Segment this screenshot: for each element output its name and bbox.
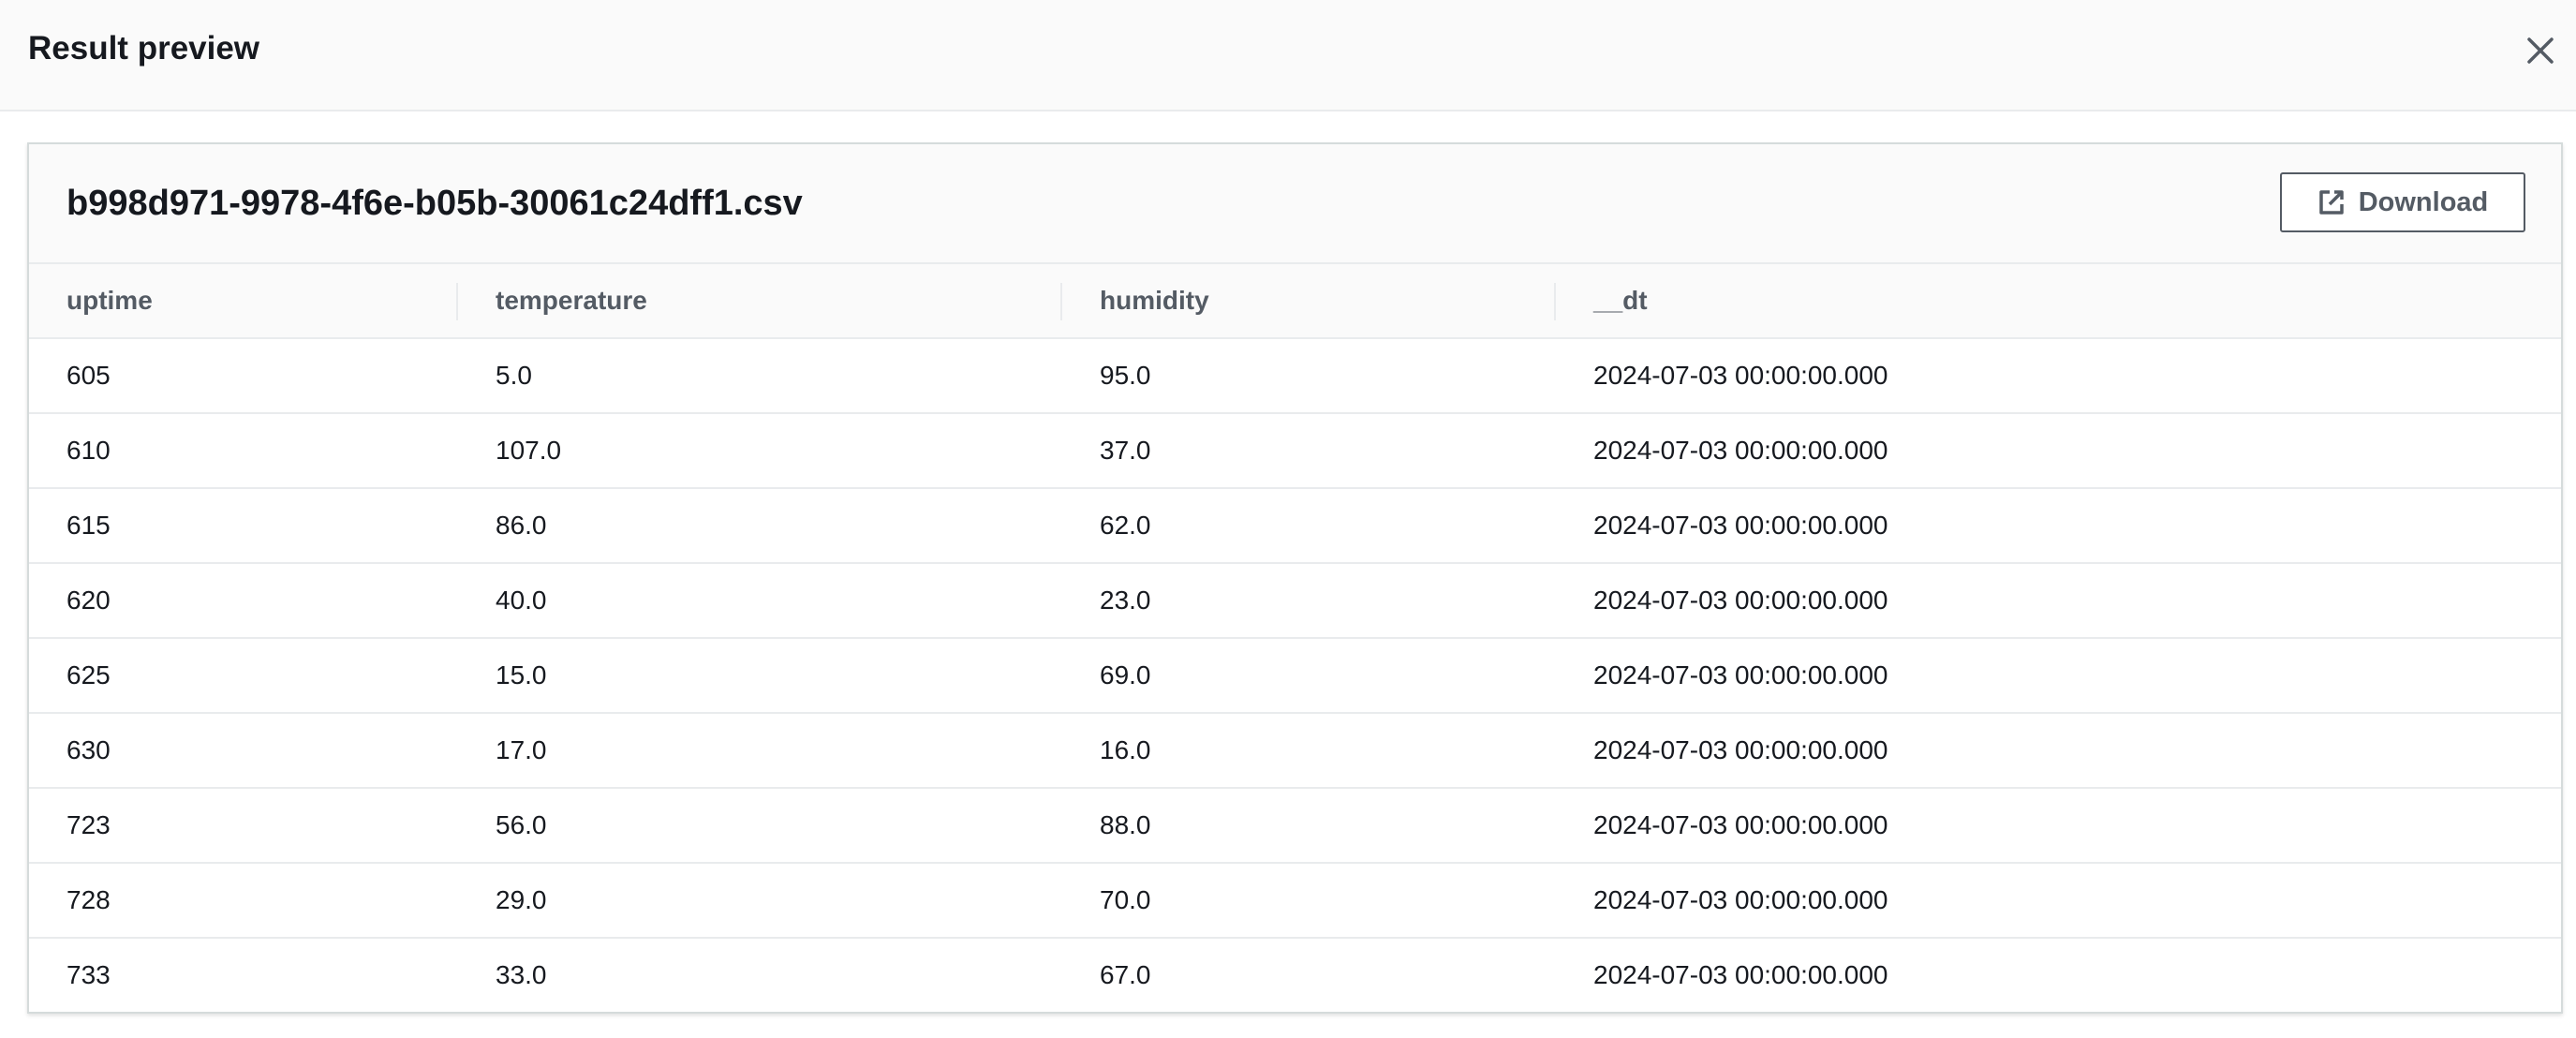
cell-dt: 2024-07-03 00:00:00.000	[1593, 885, 1888, 914]
column-header-temperature[interactable]: temperature	[496, 264, 647, 337]
cell-dt: 2024-07-03 00:00:00.000	[1593, 735, 1888, 764]
table-row: 605 5.0 95.0 2024-07-03 00:00:00.000	[29, 339, 2561, 414]
close-icon	[2527, 37, 2554, 64]
cell-humidity: 70.0	[1100, 885, 1151, 914]
column-divider[interactable]	[1060, 283, 1062, 320]
cell-temperature: 17.0	[496, 735, 547, 764]
cell-dt: 2024-07-03 00:00:00.000	[1593, 436, 1888, 465]
modal-title: Result preview	[28, 30, 260, 67]
cell-dt: 2024-07-03 00:00:00.000	[1593, 511, 1888, 540]
cell-temperature: 86.0	[496, 511, 547, 540]
cell-temperature: 107.0	[496, 436, 562, 465]
download-label: Download	[2358, 186, 2489, 217]
table-row: 733 33.0 67.0 2024-07-03 00:00:00.000	[29, 939, 2561, 1014]
cell-humidity: 69.0	[1100, 660, 1151, 690]
table-row: 610 107.0 37.0 2024-07-03 00:00:00.000	[29, 414, 2561, 489]
cell-humidity: 23.0	[1100, 586, 1151, 615]
cell-uptime: 728	[67, 885, 111, 914]
cell-uptime: 723	[67, 810, 111, 839]
cell-humidity: 62.0	[1100, 511, 1151, 540]
modal-header: Result preview	[0, 0, 2576, 111]
cell-uptime: 625	[67, 660, 111, 690]
cell-temperature: 29.0	[496, 885, 547, 914]
cell-temperature: 33.0	[496, 960, 547, 989]
results-table: uptime temperature humidity __dt 605 5.0…	[29, 264, 2561, 1014]
cell-uptime: 620	[67, 586, 111, 615]
cell-uptime: 610	[67, 436, 111, 465]
table-row: 728 29.0 70.0 2024-07-03 00:00:00.000	[29, 864, 2561, 939]
cell-humidity: 37.0	[1100, 436, 1151, 465]
table-row: 620 40.0 23.0 2024-07-03 00:00:00.000	[29, 564, 2561, 639]
cell-uptime: 733	[67, 960, 111, 989]
download-button[interactable]: Download	[2280, 172, 2525, 232]
cell-humidity: 88.0	[1100, 810, 1151, 839]
cell-uptime: 630	[67, 735, 111, 764]
cell-temperature: 56.0	[496, 810, 547, 839]
column-divider[interactable]	[456, 283, 458, 320]
external-link-icon	[2318, 190, 2344, 215]
cell-humidity: 67.0	[1100, 960, 1151, 989]
cell-temperature: 40.0	[496, 586, 547, 615]
cell-dt: 2024-07-03 00:00:00.000	[1593, 586, 1888, 615]
column-divider[interactable]	[1554, 283, 1556, 320]
file-name: b998d971-9978-4f6e-b05b-30061c24dff1.csv	[67, 184, 803, 223]
table-row: 630 17.0 16.0 2024-07-03 00:00:00.000	[29, 714, 2561, 789]
table-row: 625 15.0 69.0 2024-07-03 00:00:00.000	[29, 639, 2561, 714]
column-header-dt[interactable]: __dt	[1593, 264, 1648, 337]
cell-dt: 2024-07-03 00:00:00.000	[1593, 660, 1888, 690]
cell-humidity: 95.0	[1100, 361, 1151, 390]
close-button[interactable]	[2520, 30, 2561, 71]
cell-temperature: 5.0	[496, 361, 532, 390]
table-header-row: uptime temperature humidity __dt	[29, 264, 2561, 339]
cell-temperature: 15.0	[496, 660, 547, 690]
column-header-humidity[interactable]: humidity	[1100, 264, 1209, 337]
table-row: 615 86.0 62.0 2024-07-03 00:00:00.000	[29, 489, 2561, 564]
cell-dt: 2024-07-03 00:00:00.000	[1593, 960, 1888, 989]
cell-dt: 2024-07-03 00:00:00.000	[1593, 810, 1888, 839]
column-header-uptime[interactable]: uptime	[67, 264, 153, 337]
cell-dt: 2024-07-03 00:00:00.000	[1593, 361, 1888, 390]
result-panel: b998d971-9978-4f6e-b05b-30061c24dff1.csv…	[27, 142, 2563, 1014]
table-row: 723 56.0 88.0 2024-07-03 00:00:00.000	[29, 789, 2561, 864]
cell-humidity: 16.0	[1100, 735, 1151, 764]
cell-uptime: 605	[67, 361, 111, 390]
panel-header: b998d971-9978-4f6e-b05b-30061c24dff1.csv…	[29, 144, 2561, 264]
cell-uptime: 615	[67, 511, 111, 540]
